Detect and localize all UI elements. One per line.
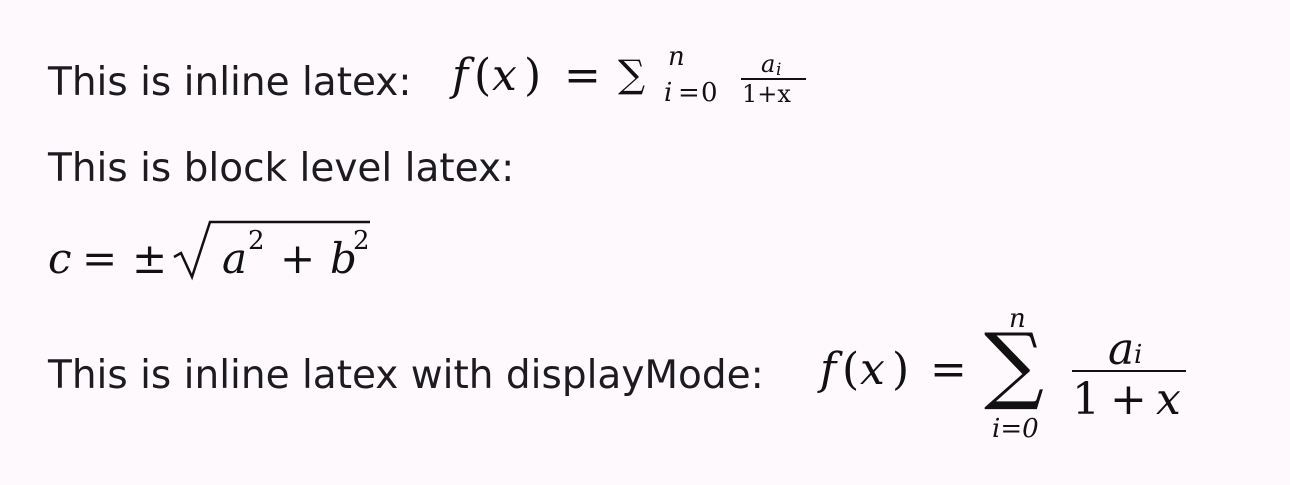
block-pm: ± — [132, 234, 168, 283]
inline-sum-sup: n — [668, 42, 685, 72]
display-fraction-bar — [1072, 370, 1186, 372]
inline-latex-line: This is inline latex: — [48, 60, 412, 105]
block-b-exp: 2 — [353, 226, 370, 256]
inline-eq: = — [564, 50, 601, 101]
inline-sum-sub-0: 0 — [701, 78, 718, 108]
display-sum-symbol: ∑ — [984, 315, 1044, 413]
display-frac-den-x: x — [1156, 374, 1181, 425]
display-frac-num-a: a — [1108, 324, 1135, 375]
block-a-exp: 2 — [248, 226, 265, 256]
display-latex-line: This is inline latex with displayMode: — [48, 353, 764, 398]
display-latex-label: This is inline latex with displayMode: — [48, 353, 764, 398]
block-latex-line: This is block level latex: — [48, 146, 514, 191]
inline-sum-sub-eq: = — [678, 78, 700, 108]
display-rparen: ) — [892, 344, 910, 395]
block-c: c — [48, 234, 72, 283]
block-plus: + — [280, 234, 316, 283]
inline-f: f — [452, 50, 469, 101]
inline-sum-sub-i: i — [664, 78, 673, 108]
display-x: x — [860, 344, 885, 395]
inline-sum-symbol: ∑ — [618, 52, 646, 96]
inline-frac-num-i: i — [776, 60, 782, 80]
inline-x: x — [492, 50, 517, 101]
block-eq: = — [82, 234, 118, 283]
display-sum-sub: i=0 — [992, 414, 1039, 444]
block-a: a — [222, 234, 248, 283]
display-lparen: ( — [842, 344, 860, 395]
display-frac-den-1: 1 — [1072, 374, 1100, 425]
display-sum-sup: n — [1009, 304, 1026, 334]
inline-rparen: ) — [524, 50, 542, 101]
inline-frac-num-a: a — [761, 50, 776, 78]
inline-frac-den: 1+x — [742, 80, 791, 108]
display-eq: = — [930, 344, 967, 395]
block-latex-label: This is block level latex: — [48, 146, 515, 191]
display-frac-den-plus: + — [1110, 374, 1147, 425]
inline-lparen: ( — [474, 50, 492, 101]
inline-latex-label: This is inline latex: — [48, 60, 412, 105]
display-frac-num-i: i — [1134, 340, 1143, 370]
display-f: f — [820, 344, 837, 395]
